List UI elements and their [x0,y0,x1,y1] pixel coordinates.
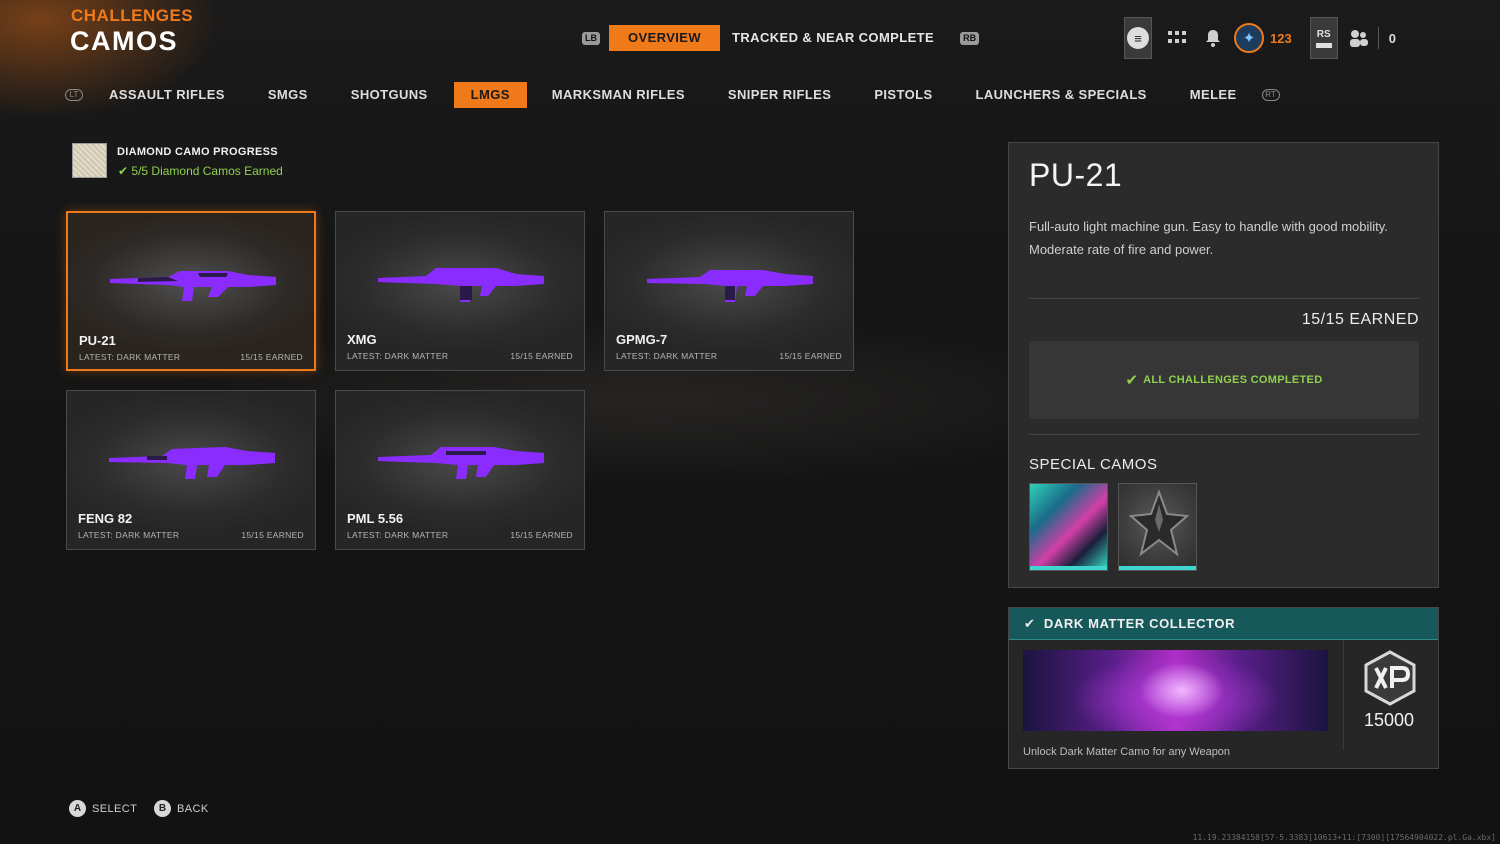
select-label: SELECT [92,802,138,815]
tab-lmgs[interactable]: LMGS [453,82,527,108]
rs-label: RS [1316,28,1331,40]
weapon-name: XMG [347,332,377,347]
diamond-progress-status: ✔ 5/5 Diamond Camos Earned [118,164,283,178]
weapon-latest-camo: LATEST: DARK MATTER [347,351,449,361]
weapon-name: PU-21 [79,333,116,348]
camo-underline [1030,566,1107,570]
tab-pistols[interactable]: PISTOLS [874,82,932,108]
tab-melee[interactable]: MELEE [1190,82,1237,108]
weapon-latest-camo: LATEST: DARK MATTER [78,530,180,540]
diamond-camo-icon [72,143,107,178]
special-camos-label: SPECIAL CAMOS [1029,456,1158,473]
weapon-latest-camo: LATEST: DARK MATTER [347,530,449,540]
a-button-icon: A [69,800,86,817]
camo-underline [1119,566,1196,570]
weapon-earned: 15/15 EARNED [510,351,573,361]
weapon-detail-panel: PU-21 Full-auto light machine gun. Easy … [1008,142,1439,588]
divider [1343,640,1344,750]
rs-bar-icon [1315,42,1332,48]
prev-category-icon[interactable]: LT [65,89,83,101]
weapon-card-pml-5-56[interactable]: PML 5.56 LATEST: DARK MATTER 15/15 EARNE… [335,390,585,550]
weapon-name: PML 5.56 [347,511,404,526]
weapon-earned: 15/15 EARNED [779,351,842,361]
weapon-card-feng-82[interactable]: FENG 82 LATEST: DARK MATTER 15/15 EARNED [66,390,316,550]
divider [1029,434,1419,435]
top-right-toolbar: ≡ ✦ 123 RS 0 [1124,16,1396,60]
rs-button[interactable]: RS [1309,17,1338,59]
tab-launchers-specials[interactable]: LAUNCHERS & SPECIALS [976,82,1147,108]
special-camo-tile-1[interactable] [1029,483,1108,571]
collector-description: Unlock Dark Matter Camo for any Weapon [1023,746,1231,758]
menu-button[interactable]: ≡ [1124,17,1152,59]
check-icon: ✔ [118,164,132,178]
weapon-name: GPMG-7 [616,332,668,347]
weapon-image [647,270,813,302]
rb-bumper-icon[interactable]: RB [960,31,980,45]
weapon-card-pu-21[interactable]: PU-21 LATEST: DARK MATTER 15/15 EARNED [66,211,316,371]
weapon-image [378,447,544,479]
detail-title: PU-21 [1029,157,1123,193]
toolbar-divider [1377,27,1379,49]
xp-value: 15000 [1363,710,1415,730]
challenges-status: ✔ ALL CHALLENGES COMPLETED [1029,341,1419,419]
bell-icon[interactable] [1202,27,1224,49]
collector-title: DARK MATTER COLLECTOR [1043,616,1236,631]
divider [1029,298,1419,299]
header-subtitle: CHALLENGES [71,6,194,25]
tab-assault-rifles[interactable]: ASSAULT RIFLES [109,82,225,108]
menu-icon: ≡ [1127,27,1149,49]
detail-earned: 15/15 EARNED [1301,311,1419,328]
party-count: 0 [1388,30,1396,46]
player-emblem-icon[interactable]: ✦ [1234,23,1264,53]
diamond-progress-title: DIAMOND CAMO PROGRESS [117,146,278,158]
collector-header: ✔ DARK MATTER COLLECTOR [1009,608,1438,640]
build-string: 11.19.23384158[57-5.3383]10613+11:[7300]… [1192,833,1496,842]
collector-reward-panel: ✔ DARK MATTER COLLECTOR 15000 Unlock Dar… [1008,607,1439,769]
weapon-earned: 15/15 EARNED [510,530,573,540]
tab-smgs[interactable]: SMGS [268,82,308,108]
weapon-card-xmg[interactable]: XMG LATEST: DARK MATTER 15/15 EARNED [335,211,585,371]
collector-reward-image [1023,650,1328,731]
check-icon: ✔ [1024,615,1035,631]
special-camo-tile-2[interactable] [1118,483,1197,571]
weapon-image [378,268,544,302]
weapon-latest-camo: LATEST: DARK MATTER [79,352,181,362]
page-title: CAMOS [70,26,178,56]
weapon-card-gpmg-7[interactable]: GPMG-7 LATEST: DARK MATTER 15/15 EARNED [604,211,854,371]
tab-overview[interactable]: OVERVIEW [609,25,721,51]
weapon-earned: 15/15 EARNED [240,352,303,362]
detail-description: Full-auto light machine gun. Easy to han… [1029,219,1388,257]
tab-marksman-rifles[interactable]: MARKSMAN RIFLES [552,82,685,108]
star-icon [1129,489,1189,557]
check-icon: ✔ [1125,372,1139,389]
weapon-image [110,271,276,301]
tab-shotguns[interactable]: SHOTGUNS [351,82,428,108]
back-label: BACK [177,802,209,815]
weapon-name: FENG 82 [78,511,133,526]
select-prompt[interactable]: A SELECT [69,800,137,817]
challenges-status-text: ALL CHALLENGES COMPLETED [1143,374,1323,386]
category-tabs: LT ASSAULT RIFLES SMGS SHOTGUNS LMGS MAR… [65,82,1280,108]
weapon-latest-camo: LATEST: DARK MATTER [616,351,718,361]
xp-icon [1364,650,1416,706]
weapon-image [109,447,275,479]
b-button-icon: B [154,800,171,817]
diamond-progress-text: 5/5 Diamond Camos Earned [131,164,283,178]
lb-bumper-icon[interactable]: LB [582,31,600,45]
tab-tracked-near-complete[interactable]: TRACKED & NEAR COMPLETE [732,25,934,51]
emblem-value: 123 [1270,30,1292,46]
party-icon[interactable] [1348,27,1370,49]
tab-sniper-rifles[interactable]: SNIPER RIFLES [728,82,831,108]
next-category-icon[interactable]: RT [1261,89,1280,101]
grid-icon[interactable] [1166,27,1188,49]
back-prompt[interactable]: B BACK [154,800,209,817]
weapon-earned: 15/15 EARNED [241,530,304,540]
top-tabs: LB OVERVIEW TRACKED & NEAR COMPLETE RB [582,25,980,51]
